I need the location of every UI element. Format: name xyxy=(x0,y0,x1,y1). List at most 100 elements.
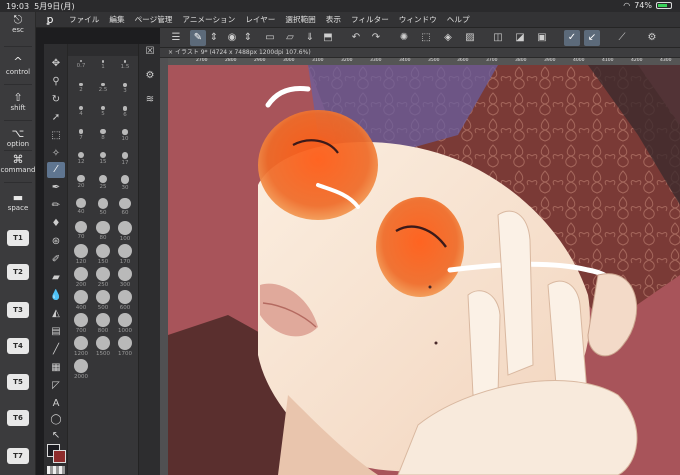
command-key[interactable]: ⌘ command xyxy=(0,154,36,175)
brush-size-item[interactable]: 10 xyxy=(114,129,136,142)
document-tab[interactable]: × イラスト 9* (4724 x 7488px 1200dpi 107.6%) xyxy=(160,48,680,58)
menu-help[interactable]: ヘルプ xyxy=(442,14,475,25)
fill-icon[interactable]: ◈ xyxy=(440,30,456,46)
brush-size-item[interactable]: 80 xyxy=(92,221,114,241)
brush-size-item[interactable]: 1700 xyxy=(114,336,136,357)
ruler-tool-icon[interactable]: ◸ xyxy=(47,378,65,394)
brush-size-item[interactable]: 600 xyxy=(114,290,136,311)
brush-size-item[interactable]: 2000 xyxy=(70,359,92,380)
brush-size-item[interactable]: 2.5 xyxy=(92,83,114,93)
space-key[interactable]: ▬ space xyxy=(0,192,36,213)
object-tool-icon[interactable]: ➚ xyxy=(47,110,65,126)
brush-size-item[interactable]: 40 xyxy=(70,198,92,215)
brush-size-item[interactable]: 100 xyxy=(114,221,136,242)
brush-size-item[interactable]: 150 xyxy=(92,244,114,265)
ruler-settings-icon[interactable]: ⟋ xyxy=(614,30,630,46)
menu-layer[interactable]: レイヤー xyxy=(240,14,280,25)
brush-size-item[interactable]: 17 xyxy=(114,152,136,166)
layer-select-icon[interactable]: ✎ xyxy=(190,30,206,46)
control-key[interactable]: ^ control xyxy=(0,56,36,77)
layers-icon[interactable]: ≋ xyxy=(142,94,158,105)
brush-size-item[interactable]: 30 xyxy=(114,175,136,191)
menu-window[interactable]: ウィンドウ xyxy=(394,14,442,25)
selection-tool-icon[interactable]: ⬚ xyxy=(47,128,65,144)
invert-selection-icon[interactable]: ◪ xyxy=(512,30,528,46)
brush-tool-icon[interactable]: ♦ xyxy=(47,216,65,232)
brush-size-item[interactable]: 0.7 xyxy=(70,60,92,69)
sub-color-swatch[interactable] xyxy=(53,450,66,463)
t2-key[interactable]: T2 xyxy=(7,264,29,280)
loading-icon[interactable]: ✺ xyxy=(396,30,412,46)
brush-size-item[interactable]: 20 xyxy=(70,175,92,189)
eye-icon[interactable]: ◉ xyxy=(224,30,240,46)
undo-icon[interactable]: ↶ xyxy=(348,30,364,46)
eraser-tool-icon[interactable]: ▰ xyxy=(47,270,65,286)
deselect-icon[interactable]: ◫ xyxy=(490,30,506,46)
brush-size-item[interactable]: 1000 xyxy=(114,313,136,334)
figure-tool-icon[interactable]: ╱ xyxy=(47,342,65,358)
brush-size-item[interactable]: 12 xyxy=(70,152,92,165)
brush-size-item[interactable]: 50 xyxy=(92,198,114,216)
brush-size-item[interactable]: 1.5 xyxy=(114,60,136,70)
t7-key[interactable]: T7 xyxy=(7,448,29,464)
brush-size-item[interactable]: 6 xyxy=(114,106,136,118)
t4-key[interactable]: T4 xyxy=(7,338,29,354)
new-canvas-icon[interactable]: ▭ xyxy=(262,30,278,46)
brush-size-item[interactable]: 25 xyxy=(92,175,114,190)
pen-tool-icon[interactable]: ✒ xyxy=(47,180,65,196)
open-icon[interactable]: ▱ xyxy=(282,30,298,46)
snap-ruler-icon[interactable]: ✓ xyxy=(564,30,580,46)
snap-special-ruler-icon[interactable]: ↙ xyxy=(584,30,600,46)
decoration-tool-icon[interactable]: ✐ xyxy=(47,252,65,268)
brush-size-item[interactable]: 250 xyxy=(92,267,114,288)
material-icon[interactable]: ⚙ xyxy=(142,70,158,81)
move-tool-icon[interactable]: ✥ xyxy=(47,56,65,72)
brush-size-item[interactable]: 60 xyxy=(114,198,136,216)
gradient-tool-icon[interactable]: ▤ xyxy=(47,324,65,340)
clip-studio-logo-icon[interactable]: ꝑ xyxy=(36,13,64,26)
brush-size-item[interactable]: 700 xyxy=(70,313,92,334)
brush-size-item[interactable]: 4 xyxy=(70,106,92,117)
brush-size-item[interactable]: 1200 xyxy=(70,336,92,357)
menu-page[interactable]: ページ管理 xyxy=(130,14,178,25)
eyedropper-tool-icon[interactable]: ⁄ xyxy=(47,162,65,178)
shift-key[interactable]: ⇧ shift xyxy=(0,92,36,113)
zoom-tool-icon[interactable]: ⚲ xyxy=(47,74,65,90)
text-tool-icon[interactable]: A xyxy=(47,396,65,412)
export-icon[interactable]: ⬒ xyxy=(320,30,336,46)
brush-size-item[interactable]: 1 xyxy=(92,60,114,70)
settings-icon[interactable]: ⚙ xyxy=(644,30,660,46)
brush-size-item[interactable]: 70 xyxy=(70,221,92,240)
fill-tool-icon[interactable]: ◭ xyxy=(47,306,65,322)
chevron-updown-icon[interactable]: ⇕ xyxy=(206,30,222,46)
brush-size-item[interactable]: 500 xyxy=(92,290,114,311)
brush-size-item[interactable]: 7 xyxy=(70,129,92,141)
brush-size-item[interactable]: 8 xyxy=(92,129,114,141)
brush-size-item[interactable]: 300 xyxy=(114,267,136,288)
brush-size-item[interactable]: 170 xyxy=(114,244,136,265)
brush-size-item[interactable]: 5 xyxy=(92,106,114,117)
canvas[interactable] xyxy=(168,65,680,475)
menu-filter[interactable]: フィルター xyxy=(346,14,394,25)
brush-size-item[interactable]: 200 xyxy=(70,267,92,288)
menu-animation[interactable]: アニメーション xyxy=(177,14,240,25)
correct-line-tool-icon[interactable]: ↖ xyxy=(47,428,65,444)
t5-key[interactable]: T5 xyxy=(7,374,29,390)
blend-tool-icon[interactable]: 💧 xyxy=(47,288,65,304)
menu-view[interactable]: 表示 xyxy=(321,14,346,25)
chevron-updown-icon[interactable]: ⇕ xyxy=(240,30,256,46)
brush-size-item[interactable]: 2 xyxy=(70,83,92,93)
menu-selection[interactable]: 選択範囲 xyxy=(280,14,320,25)
t1-key[interactable]: T1 xyxy=(7,230,29,246)
close-icon[interactable]: ☒ xyxy=(142,46,158,57)
hamburger-menu-icon[interactable]: ☰ xyxy=(168,30,184,46)
select-all-icon[interactable]: ▣ xyxy=(534,30,550,46)
option-key[interactable]: ⌥ option xyxy=(0,128,36,149)
rotate-tool-icon[interactable]: ↻ xyxy=(47,92,65,108)
transform-icon[interactable]: ⬚ xyxy=(418,30,434,46)
esc-key[interactable]: ⎋ esc xyxy=(0,14,36,35)
brush-size-item[interactable]: 3 xyxy=(114,83,136,94)
brush-size-item[interactable]: 1500 xyxy=(92,336,114,357)
brush-size-item[interactable]: 15 xyxy=(92,152,114,165)
brush-size-item[interactable]: 800 xyxy=(92,313,114,334)
